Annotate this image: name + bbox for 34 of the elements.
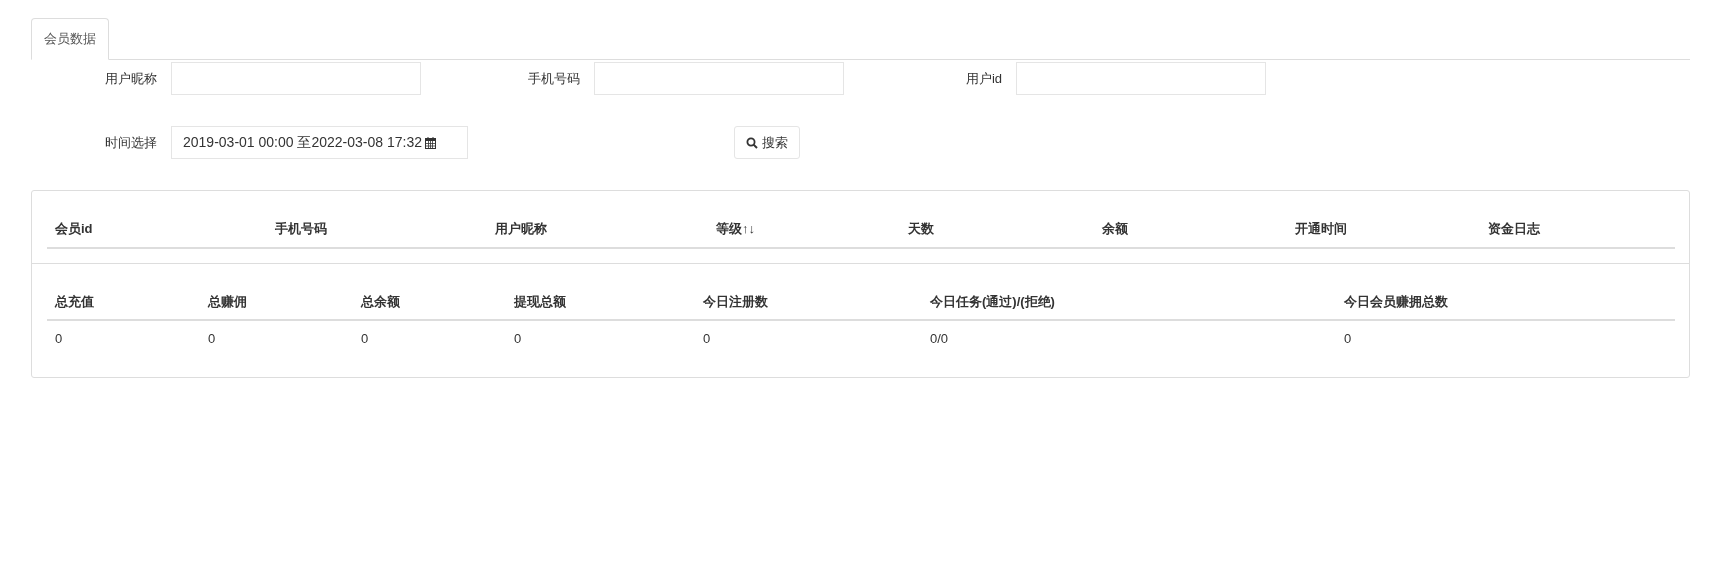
table-cell: 0/0 (922, 320, 1336, 357)
input-field[interactable] (594, 62, 844, 95)
column-header: 总余额 (353, 283, 506, 320)
column-header: 余额 (1094, 211, 1287, 248)
column-header: 总赚佣 (200, 283, 353, 320)
field-label: 用户昵称 (104, 69, 157, 88)
column-header: 今日任务(通过)/(拒绝) (922, 283, 1336, 320)
column-header: 开通时间 (1287, 211, 1480, 248)
column-header: 资金日志 (1480, 211, 1675, 248)
column-header: 总充值 (47, 283, 200, 320)
calendar-icon (424, 136, 436, 149)
table-cell: 0 (695, 320, 922, 357)
table-cell: 0 (506, 320, 695, 357)
field-label: 手机号码 (527, 69, 580, 88)
input-field[interactable] (1016, 62, 1266, 95)
table-cell: 0 (353, 320, 506, 357)
column-header: 手机号码 (267, 211, 487, 248)
tab[interactable]: 会员数据 (31, 18, 109, 60)
search-icon (746, 136, 758, 149)
field-label: 用户id (964, 69, 1002, 88)
date-range-field[interactable]: 2019-03-01 00:00 至2022-03-08 17:32 (171, 126, 468, 159)
column-header: 提现总额 (506, 283, 695, 320)
table-cell: 0 (200, 320, 353, 357)
table-cell: 0 (1336, 320, 1675, 357)
column-header: 今日会员赚拥总数 (1336, 283, 1675, 320)
input-field[interactable] (171, 62, 421, 95)
column-header: 今日注册数 (695, 283, 922, 320)
column-header: 天数 (900, 211, 1094, 248)
field-label: 时间选择 (104, 133, 157, 152)
search-button[interactable]: 搜索 (734, 126, 800, 159)
column-header: 用户昵称 (487, 211, 708, 248)
column-header: 会员id (47, 211, 267, 248)
table-cell: 0 (47, 320, 200, 357)
column-header: 等级↑↓ (708, 211, 900, 248)
